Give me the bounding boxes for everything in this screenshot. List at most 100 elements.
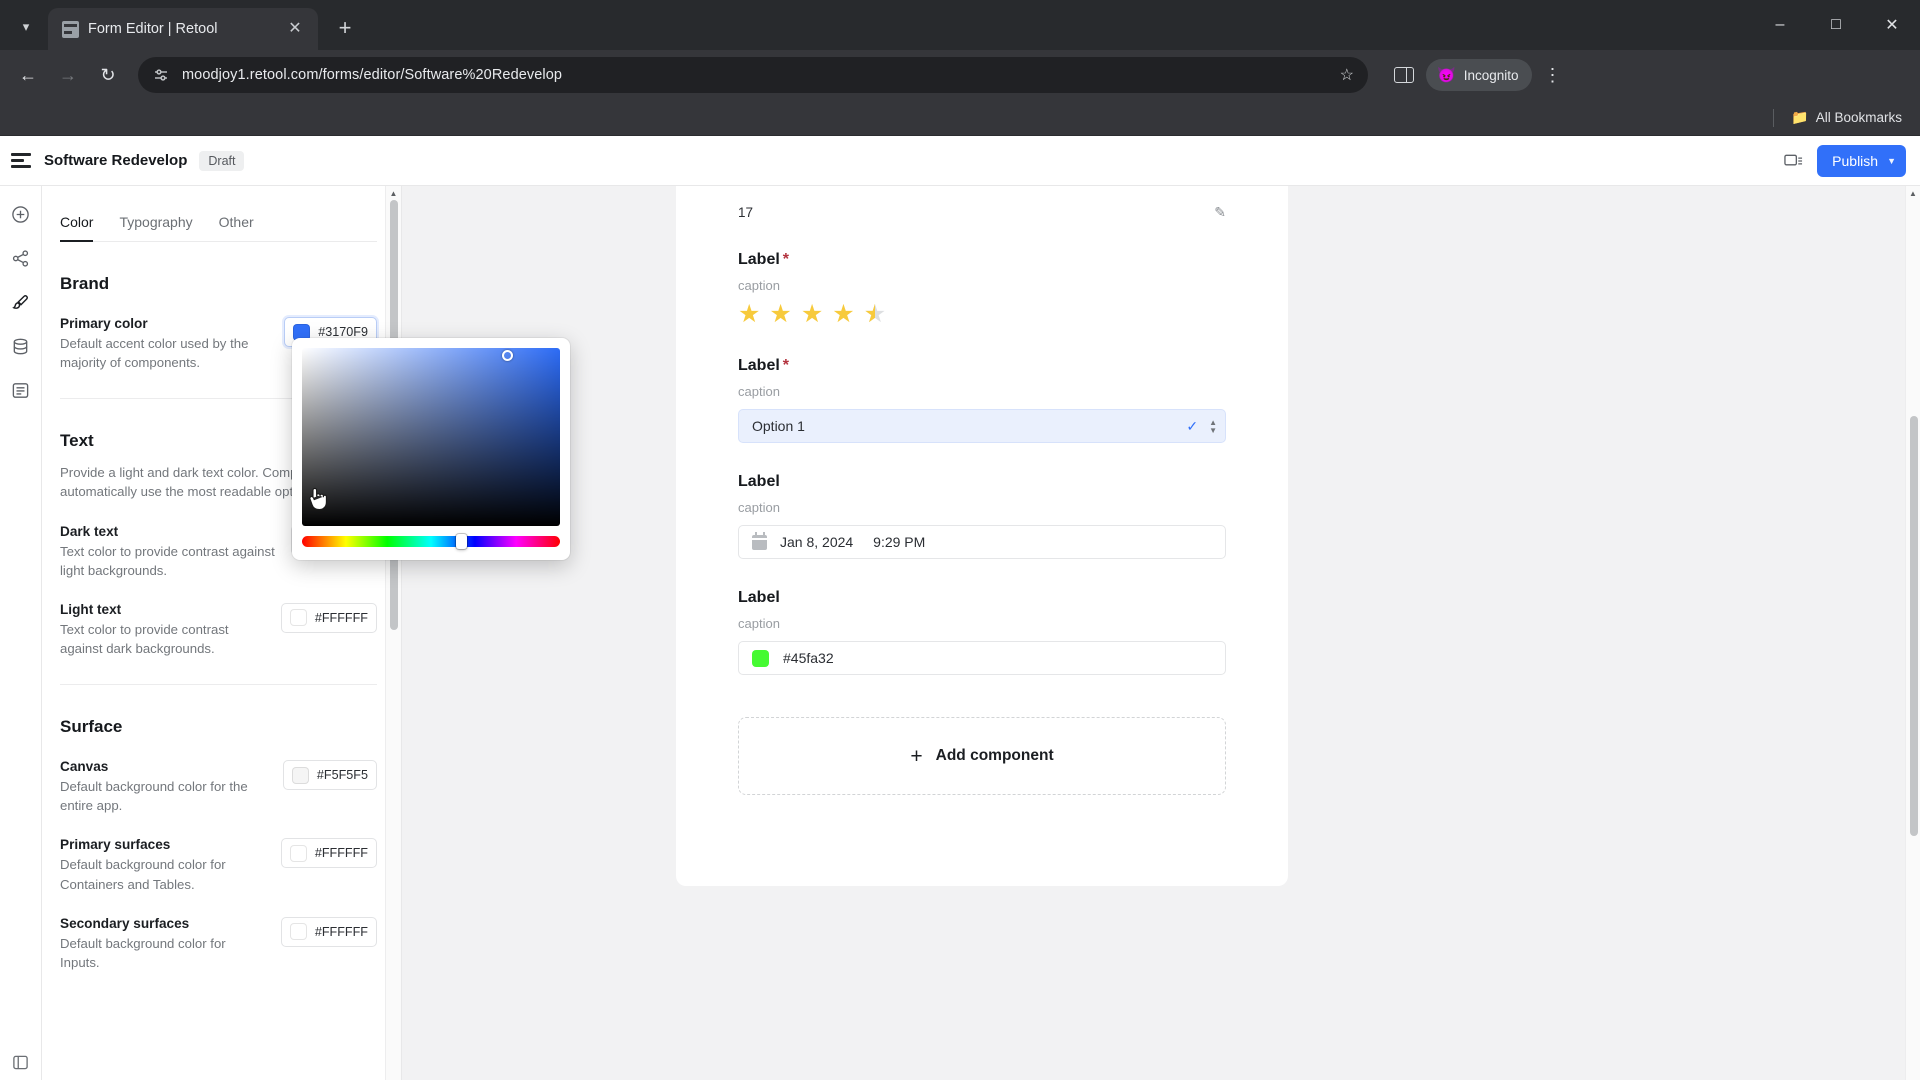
- database-icon[interactable]: [7, 332, 35, 360]
- color-hex-value: #FFFFFF: [314, 846, 368, 861]
- field-caption: caption: [738, 384, 780, 399]
- incognito-indicator[interactable]: 😈 Incognito: [1426, 59, 1533, 91]
- panel-scroll-content: Color Typography Other Brand Primary col…: [42, 186, 401, 1080]
- hue-slider[interactable]: [302, 534, 560, 549]
- star-icon[interactable]: ★: [769, 302, 791, 327]
- color-hex-value: #F5F5F5: [316, 768, 368, 783]
- color-swatch[interactable]: [752, 649, 769, 667]
- share-nodes-icon[interactable]: [7, 244, 35, 272]
- tab-color[interactable]: Color: [60, 214, 94, 242]
- date-value: Jan 8, 2024: [780, 534, 854, 550]
- section-title-surface: Surface: [60, 717, 123, 737]
- color-input[interactable]: #45fa32: [738, 641, 1226, 675]
- paintbrush-icon[interactable]: [7, 288, 35, 316]
- add-component-button[interactable]: + Add component: [738, 717, 1226, 795]
- side-panel-icon[interactable]: [1386, 57, 1422, 93]
- saturation-value-area[interactable]: [302, 348, 560, 526]
- color-swatch[interactable]: [289, 609, 307, 627]
- window-close-button[interactable]: ✕: [1864, 0, 1920, 50]
- setting-label: Primary color: [60, 316, 148, 331]
- url-text: moodjoy1.retool.com/forms/editor/Softwar…: [182, 67, 563, 83]
- field-caption: caption: [738, 616, 780, 631]
- tab-other[interactable]: Other: [219, 214, 254, 241]
- sidebar-collapse-icon[interactable]: [7, 1048, 35, 1076]
- site-settings-icon[interactable]: [152, 66, 170, 84]
- setting-label: Canvas: [60, 759, 109, 775]
- color-hex-value: #FFFFFF: [314, 924, 368, 939]
- color-input-light-text[interactable]: #FFFFFF: [280, 602, 377, 633]
- scrollbar-thumb[interactable]: [1909, 416, 1918, 836]
- star-half-icon[interactable]: ★★: [864, 302, 886, 327]
- publish-button[interactable]: Publish ▼: [1817, 144, 1906, 177]
- field-label: Label: [738, 473, 1226, 491]
- kebab-menu-icon[interactable]: ⋮: [1536, 65, 1568, 86]
- field-label-text: Label: [738, 251, 780, 268]
- setting-label: Secondary surfaces: [60, 915, 190, 931]
- retool-logo-icon[interactable]: [0, 152, 42, 169]
- left-rail: [0, 186, 42, 1080]
- hue-handle[interactable]: [456, 534, 467, 549]
- color-picker-popover[interactable]: [292, 338, 570, 560]
- stepper-down-icon[interactable]: ▼: [1209, 426, 1217, 434]
- browser-tab[interactable]: Form Editor | Retool ✕: [48, 8, 318, 50]
- color-hex-value: #FFFFFF: [314, 610, 368, 625]
- stepper-icon[interactable]: ▲ ▼: [1209, 418, 1217, 434]
- color-input-canvas[interactable]: #F5F5F5: [282, 760, 377, 791]
- setting-label: Light text: [60, 601, 122, 617]
- saturation-handle[interactable]: [502, 350, 513, 361]
- canvas-scrollbar[interactable]: ▲ ▼: [1905, 186, 1920, 1080]
- field-caption: caption: [738, 278, 780, 293]
- star-icon[interactable]: ★: [738, 302, 760, 327]
- chevron-down-icon: ▼: [1887, 155, 1896, 166]
- preview-icon[interactable]: [1784, 153, 1803, 169]
- tab-typography[interactable]: Typography: [119, 214, 192, 241]
- row-text: Secondary surfaces Default background co…: [60, 916, 269, 972]
- plus-icon[interactable]: +: [328, 11, 362, 45]
- color-input-secondary-surfaces[interactable]: #FFFFFF: [280, 916, 377, 947]
- panel-scrollbar[interactable]: ▲ ▼: [385, 186, 401, 1080]
- arrow-left-icon[interactable]: ←: [10, 57, 46, 93]
- field-label: Label *: [738, 357, 1226, 375]
- color-swatch[interactable]: [289, 923, 307, 941]
- row-text: Canvas Default background color for the …: [60, 759, 271, 815]
- field-caption: caption: [738, 500, 780, 515]
- star-icon[interactable]: ★: [801, 302, 823, 327]
- color-swatch[interactable]: [291, 766, 309, 784]
- retool-app: Software Redevelop Draft Publish ▼ Color…: [0, 136, 1920, 1080]
- numeric-value: 17: [738, 205, 754, 220]
- field-label-text: Label: [738, 357, 780, 374]
- browser-toolbar: ← → ↻ moodjoy1.retool.com/forms/editor/S…: [0, 50, 1920, 100]
- select-input[interactable]: Option 1 ✓ ▲ ▼: [738, 409, 1226, 443]
- setting-row-primary-surfaces: Primary surfaces Default background colo…: [60, 837, 377, 893]
- field-label-text: Label: [738, 473, 780, 490]
- plus-circle-icon[interactable]: [7, 200, 35, 228]
- field-label: Label: [738, 589, 1226, 607]
- all-bookmarks-button[interactable]: 📁 All Bookmarks: [1791, 109, 1902, 126]
- reload-icon[interactable]: ↻: [90, 57, 126, 93]
- setting-description: Default background color for Inputs.: [60, 935, 226, 970]
- star-icon[interactable]: ★: [832, 302, 854, 327]
- browser-window: ▾ Form Editor | Retool ✕ + – □ ✕ ← → ↻ m…: [0, 0, 1920, 1080]
- tab-search-chevron-down-icon[interactable]: ▾: [8, 9, 44, 45]
- stepper-up-icon[interactable]: ▲: [1209, 418, 1217, 426]
- publish-label: Publish: [1832, 152, 1879, 169]
- row-text: Primary color Default accent color used …: [60, 316, 272, 372]
- page-icon: [62, 20, 79, 38]
- close-icon[interactable]: ✕: [284, 18, 306, 40]
- address-bar[interactable]: moodjoy1.retool.com/forms/editor/Softwar…: [138, 57, 1368, 93]
- scroll-up-icon[interactable]: ▲: [1906, 186, 1920, 201]
- minimize-button[interactable]: –: [1752, 0, 1808, 50]
- pencil-icon[interactable]: ✎: [1214, 204, 1226, 221]
- star-icon[interactable]: ☆: [1340, 65, 1354, 85]
- form-field-rating: Label* caption ★ ★ ★ ★ ★★: [738, 251, 1226, 327]
- scroll-up-icon[interactable]: ▲: [386, 186, 401, 201]
- list-panel-icon[interactable]: [7, 376, 35, 404]
- color-swatch[interactable]: [289, 844, 307, 862]
- app-body: Color Typography Other Brand Primary col…: [0, 186, 1920, 1080]
- field-label: Label *: [738, 251, 1226, 269]
- color-input-primary-surfaces[interactable]: #FFFFFF: [280, 838, 377, 869]
- datetime-input[interactable]: Jan 8, 2024 9:29 PM: [738, 525, 1226, 559]
- maximize-button[interactable]: □: [1808, 0, 1864, 50]
- rating-stars[interactable]: ★ ★ ★ ★ ★★: [738, 302, 1226, 327]
- arrow-right-icon[interactable]: →: [50, 57, 86, 93]
